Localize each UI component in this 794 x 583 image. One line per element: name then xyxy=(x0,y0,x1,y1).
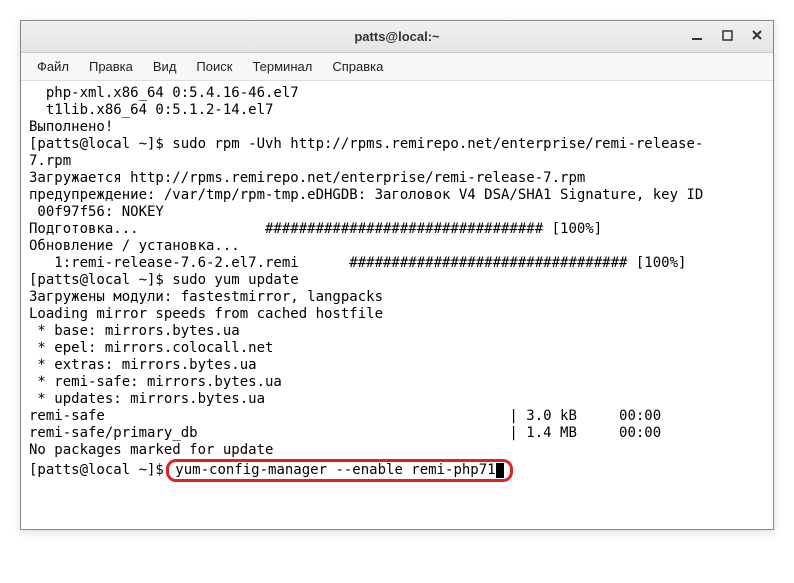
menu-file[interactable]: Файл xyxy=(29,57,77,76)
terminal-line: t1lib.x86_64 0:5.1.2-14.el7 xyxy=(29,102,765,119)
terminal-line: Подготовка... ##########################… xyxy=(29,221,765,238)
terminal-content[interactable]: php-xml.x86_64 0:5.4.16-46.el7 t1lib.x86… xyxy=(21,81,773,529)
terminal-line: php-xml.x86_64 0:5.4.16-46.el7 xyxy=(29,85,765,102)
terminal-line: * extras: mirrors.bytes.ua xyxy=(29,357,765,374)
terminal-prompt-line: [patts@local ~]$ yum-config-manager --en… xyxy=(29,459,765,482)
highlighted-command: yum-config-manager --enable remi-php71 xyxy=(175,462,495,478)
menubar: Файл Правка Вид Поиск Терминал Справка xyxy=(21,53,773,81)
window-controls xyxy=(687,25,767,45)
terminal-line: * epel: mirrors.colocall.net xyxy=(29,340,765,357)
terminal-line: [patts@local ~]$ sudo yum update xyxy=(29,272,765,289)
terminal-line: Выполнено! xyxy=(29,119,765,136)
terminal-line: предупреждение: /var/tmp/rpm-tmp.eDHGDB:… xyxy=(29,187,765,204)
terminal-line: [patts@local ~]$ sudo rpm -Uvh http://rp… xyxy=(29,136,765,153)
prompt-text: [patts@local ~]$ xyxy=(29,462,172,478)
menu-search[interactable]: Поиск xyxy=(188,57,240,76)
terminal-line: Обновление / установка... xyxy=(29,238,765,255)
terminal-line: * updates: mirrors.bytes.ua xyxy=(29,391,765,408)
terminal-line: 7.rpm xyxy=(29,153,765,170)
terminal-line: * base: mirrors.bytes.ua xyxy=(29,323,765,340)
menu-view[interactable]: Вид xyxy=(145,57,185,76)
terminal-line: Loading mirror speeds from cached hostfi… xyxy=(29,306,765,323)
terminal-line: remi-safe | 3.0 kB 00:00 xyxy=(29,408,765,425)
close-button[interactable] xyxy=(747,25,767,45)
menu-edit[interactable]: Правка xyxy=(81,57,141,76)
minimize-button[interactable] xyxy=(687,25,707,45)
terminal-window: patts@local:~ Файл Правка Вид Поиск Терм… xyxy=(20,20,774,530)
titlebar: patts@local:~ xyxy=(21,21,773,53)
terminal-line: Загружается http://rpms.remirepo.net/ent… xyxy=(29,170,765,187)
highlighted-command-box: yum-config-manager --enable remi-php71 xyxy=(166,459,512,482)
window-title: patts@local:~ xyxy=(354,29,439,44)
menu-terminal[interactable]: Терминал xyxy=(244,57,320,76)
cursor-icon xyxy=(496,463,504,478)
menu-help[interactable]: Справка xyxy=(324,57,391,76)
terminal-line: 1:remi-release-7.6-2.el7.remi ##########… xyxy=(29,255,765,272)
terminal-line: No packages marked for update xyxy=(29,442,765,459)
terminal-line: * remi-safe: mirrors.bytes.ua xyxy=(29,374,765,391)
terminal-line: remi-safe/primary_db | 1.4 MB 00:00 xyxy=(29,425,765,442)
terminal-line: Загружены модули: fastestmirror, langpac… xyxy=(29,289,765,306)
terminal-line: 00f97f56: NOKEY xyxy=(29,204,765,221)
maximize-button[interactable] xyxy=(717,25,737,45)
